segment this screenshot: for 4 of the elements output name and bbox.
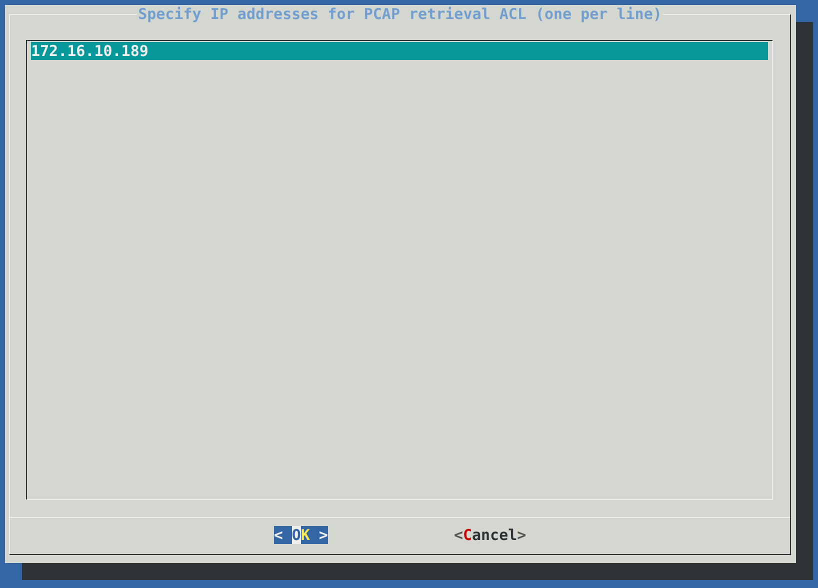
dialog-title: Specify IP addresses for PCAP retrieval ACL (one per line): [137, 5, 663, 23]
text-area[interactable]: 172.16.10.189: [26, 40, 773, 500]
dialog-button[interactable]: <Cancel>: [454, 526, 526, 544]
dialog-button[interactable]: < OK >: [274, 526, 328, 544]
